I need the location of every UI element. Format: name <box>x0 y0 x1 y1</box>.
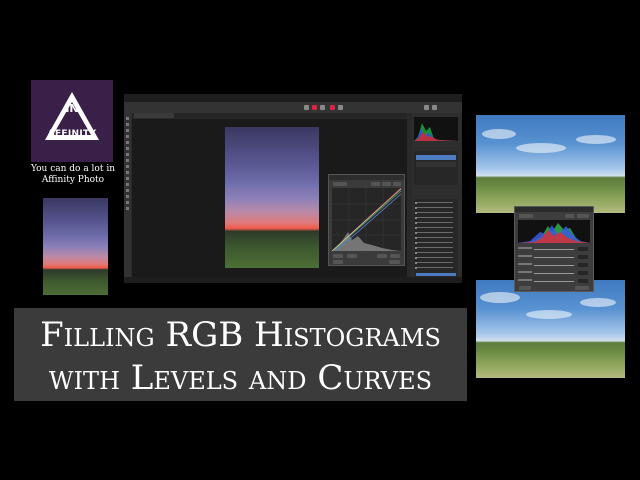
logo-text-affinity: AFFINITY <box>47 129 97 139</box>
logo-text-in: IN <box>65 102 79 115</box>
window-titlebar <box>124 94 462 102</box>
headline-banner: Filling RGB Histograms with Levels and C… <box>14 308 467 401</box>
selected-layer <box>416 155 456 160</box>
tools-panel <box>124 113 131 279</box>
affinity-logo: IN AFFINITY <box>31 80 113 162</box>
sunset-thumbnail <box>43 198 108 295</box>
headline-line-2: with Levels and Curves <box>48 358 433 398</box>
curves-dialog <box>328 174 405 266</box>
histogram-panel <box>414 117 458 141</box>
curves-line-icon <box>335 193 401 251</box>
levels-dialog <box>514 206 594 292</box>
rgb-histogram-icon <box>414 123 458 141</box>
field-photo-before <box>476 115 625 213</box>
document-tab <box>134 113 174 118</box>
selected-adjustment <box>416 273 456 276</box>
affinity-photo-window <box>124 94 462 283</box>
affinity-triangle-icon <box>45 92 99 140</box>
document-tab-bar <box>132 113 407 118</box>
window-toolbar <box>124 102 462 113</box>
field-photo-after <box>476 280 625 378</box>
layers-panel <box>414 151 458 185</box>
headline-line-1: Filling RGB Histograms <box>40 315 441 355</box>
levels-histogram <box>518 220 590 243</box>
status-bar <box>124 277 462 283</box>
studio-panels <box>412 113 462 277</box>
curves-graph <box>332 188 401 251</box>
canvas-sunset-photo <box>225 127 319 268</box>
tagline: You can do a lot in Affinity Photo <box>30 164 115 185</box>
adjustments-panel <box>414 199 458 277</box>
levels-dialog-titlebar <box>515 207 593 212</box>
curves-dialog-titlebar <box>329 175 404 180</box>
